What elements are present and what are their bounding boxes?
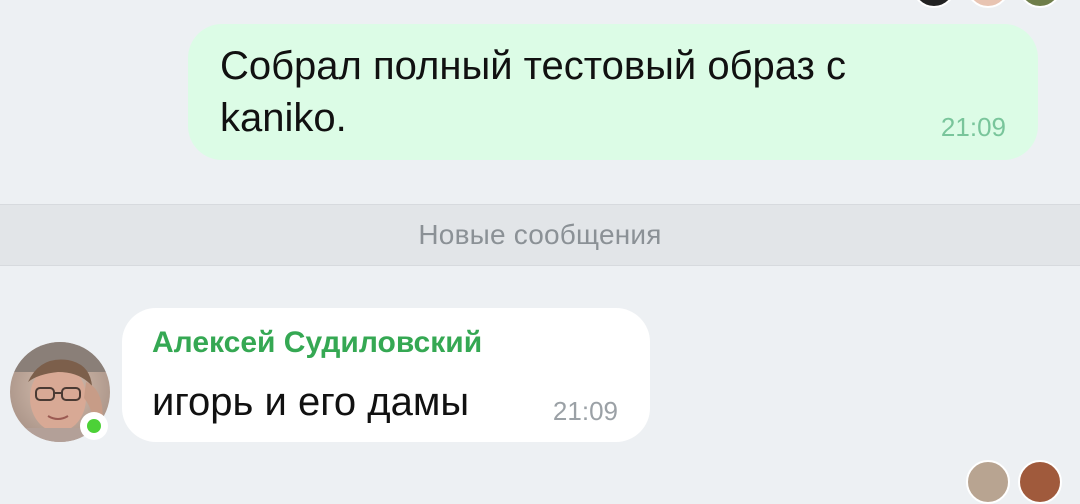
message-time: 21:09 xyxy=(940,112,1006,142)
seen-by-avatar xyxy=(1018,460,1062,504)
message-text: Собрал полный тестовый образ с kaniko. xyxy=(220,44,846,140)
message-time: 21:09 xyxy=(552,396,618,426)
online-status-indicator xyxy=(80,412,108,440)
new-messages-divider: Новые сообщения xyxy=(0,204,1080,266)
incoming-message-bubble[interactable]: Алексей Судиловский игорь и его дамы 21:… xyxy=(122,308,650,442)
sender-name[interactable]: Алексей Судиловский xyxy=(152,326,482,360)
outgoing-message-bubble[interactable]: Собрал полный тестовый образ с kaniko. 2… xyxy=(188,24,1038,160)
seen-by-avatar xyxy=(1018,0,1062,8)
seen-by-avatar xyxy=(966,0,1010,8)
new-messages-label: Новые сообщения xyxy=(418,219,662,250)
seen-by-avatar xyxy=(912,0,956,8)
message-text: игорь и его дамы xyxy=(152,380,470,424)
seen-by-avatar xyxy=(966,460,1010,504)
